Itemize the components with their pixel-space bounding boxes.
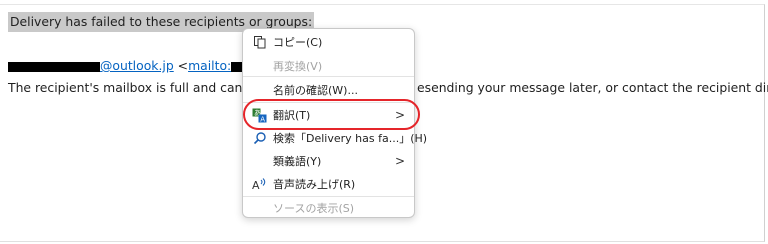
- menu-separator: [243, 102, 414, 103]
- chevron-right-icon: >: [394, 154, 405, 168]
- menu-item-label: 音声読み上げ(R): [273, 178, 356, 191]
- menu-separator: [243, 76, 414, 77]
- message-line-reason: The recipient's mailbox is full and can'…: [8, 80, 276, 95]
- translate-icon: あA: [252, 108, 267, 123]
- message-line-header: Delivery has failed to these recipients …: [8, 12, 315, 32]
- redaction-bar: [8, 61, 100, 72]
- context-menu: コピー(C) 再変換(V) 名前の確認(W)... あA 翻訳(T) > 検索「…: [242, 28, 427, 219]
- menu-item-read-aloud[interactable]: A 音声読み上げ(R): [243, 173, 414, 195]
- menu-item-view-source: ソースの表示(S): [243, 197, 414, 219]
- menu-item-label: 類義語(Y): [273, 155, 322, 168]
- message-line-recipient: @outlook.jp <mailto:: [8, 58, 254, 73]
- menu-item-label: 検索「Delivery has fa...」(H): [273, 132, 428, 145]
- menu-item-label: コピー(C): [273, 36, 323, 49]
- copy-icon: [252, 35, 267, 50]
- chevron-right-icon: >: [394, 108, 405, 122]
- read-aloud-icon: A: [252, 177, 267, 192]
- menu-item-synonyms[interactable]: 類義語(Y) >: [243, 150, 414, 172]
- angle-bracket: <: [177, 58, 189, 73]
- menu-item-check-names[interactable]: 名前の確認(W)...: [243, 79, 414, 101]
- menu-item-label: 翻訳(T): [273, 109, 311, 122]
- svg-text:A: A: [260, 115, 265, 123]
- menu-item-label: 名前の確認(W)...: [273, 84, 358, 97]
- reason-text-left: The recipient's mailbox is full and can'…: [8, 80, 276, 95]
- menu-item-copy[interactable]: コピー(C): [243, 31, 414, 53]
- message-line-reason-right: esending your message later, or contact …: [417, 80, 768, 95]
- menu-item-label: 再変換(V): [273, 60, 323, 73]
- menu-item-search[interactable]: 検索「Delivery has fa...」(H): [243, 127, 427, 149]
- menu-item-reconvert: 再変換(V): [243, 55, 414, 77]
- menu-item-translate[interactable]: あA 翻訳(T) >: [243, 104, 414, 126]
- reason-text-right: esending your message later, or contact …: [417, 80, 768, 95]
- svg-text:A: A: [252, 179, 260, 191]
- recipient-domain-link[interactable]: @outlook.jp: [100, 58, 174, 73]
- search-icon: [252, 131, 267, 146]
- menu-item-label: ソースの表示(S): [273, 202, 355, 215]
- mailto-link[interactable]: mailto:: [188, 58, 231, 73]
